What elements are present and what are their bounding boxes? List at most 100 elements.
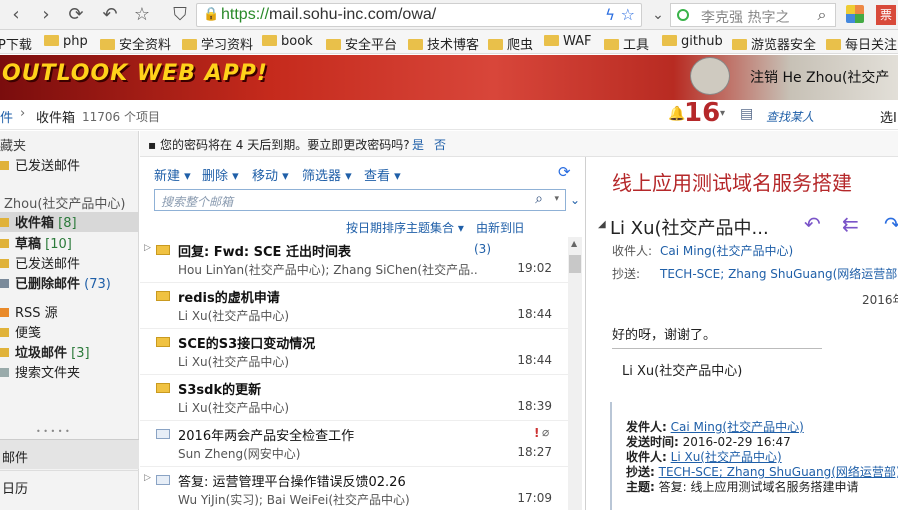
to-label: 收件人: (612, 244, 653, 258)
extension-icon[interactable]: 票 (876, 5, 896, 25)
favorites-header[interactable]: 藏夹 (0, 135, 26, 154)
options-menu[interactable]: 选I (880, 107, 897, 126)
shield-icon[interactable]: ⛉ (168, 3, 192, 27)
undo-icon[interactable]: ↶ (98, 3, 122, 27)
cc-recipients[interactable]: TECH-SCE; Zhang ShuGuang(网络运营部) (660, 265, 898, 282)
folder-sent[interactable]: 已发送邮件 (0, 253, 80, 272)
filter-button[interactable]: 筛选器 ▾ (302, 165, 352, 184)
bookmark[interactable]: P下载 (0, 34, 32, 53)
password-notice: ▪ 您的密码将在 4 天后到期。要立即更改密码吗? 是 否 (140, 131, 898, 157)
folder-favorites-sent[interactable]: 已发送邮件 (0, 155, 80, 174)
bookmark[interactable]: 游览器安全 (732, 34, 816, 53)
message-list-scrollbar[interactable]: ▲ (568, 237, 582, 510)
folder-search[interactable]: 搜索文件夹 (0, 362, 80, 381)
sender-name[interactable]: Li Xu(社交产品中... (610, 214, 769, 240)
apps-icon[interactable] (846, 5, 864, 23)
find-people-link[interactable]: 查找某人 (766, 108, 814, 125)
account-header[interactable]: Zhou(社交产品中心) (4, 193, 125, 212)
bookmark[interactable]: 安全平台 (326, 34, 397, 53)
refresh-icon[interactable]: ⟳ (558, 163, 571, 181)
bookmark[interactable]: 技术博客 (408, 34, 479, 53)
folder-inbox[interactable]: 收件箱 [8] (0, 212, 139, 232)
reply-all-icon[interactable]: ⇇ (842, 212, 859, 236)
folder-deleted[interactable]: 已删除邮件 (73) (0, 273, 111, 292)
pane-resize-handle[interactable]: • • • • • (36, 427, 70, 436)
bookmark[interactable]: 工具 (604, 34, 649, 53)
sort-order-button[interactable]: 由新到旧 (476, 219, 524, 236)
envelope-icon (156, 291, 170, 301)
message-row[interactable]: S3sdk的更新 Li Xu(社交产品中心) 18:39 (140, 375, 568, 421)
reply-icon[interactable]: ↶ (804, 212, 821, 236)
reminder-count[interactable]: 16 (684, 98, 720, 128)
address-book-icon[interactable]: ▤ (740, 106, 753, 122)
mailbox-search-input[interactable]: 搜索整个邮箱 ⌕ ▾ (154, 189, 566, 211)
notice-yes-link[interactable]: 是 (412, 136, 424, 153)
bookmark[interactable]: book (262, 34, 313, 49)
message-row[interactable]: SCE的S3接口变动情况 Li Xu(社交产品中心) 18:44 (140, 329, 568, 375)
quoted-cc[interactable]: TECH-SCE; Zhang ShuGuang(网络运营部) (659, 465, 898, 479)
nav-mail-label: 邮件 (2, 451, 29, 466)
message-subject: SCE的S3接口变动情况 (178, 337, 316, 352)
scroll-up-icon[interactable]: ▲ (571, 239, 577, 248)
bookmark[interactable]: 爬虫 (488, 34, 533, 53)
expand-icon[interactable]: ⌄ (570, 193, 580, 207)
quoted-to[interactable]: Li Xu(社交产品中心) (671, 450, 782, 464)
notice-no-link[interactable]: 否 (434, 136, 446, 153)
delete-button[interactable]: 删除 ▾ (202, 165, 239, 184)
message-sender: Sun Zheng(网安中心) (178, 447, 301, 461)
envelope-icon (156, 245, 170, 255)
folder-notes[interactable]: 便笺 (0, 322, 41, 341)
nav-calendar[interactable]: 日历 (0, 470, 139, 500)
reload-icon[interactable]: ⟳ (64, 3, 88, 27)
back-icon[interactable]: ‹ (4, 3, 28, 27)
expand-thread-icon[interactable]: ▷ (144, 243, 151, 253)
message-subject: S3sdk的更新 (178, 383, 262, 398)
message-row[interactable]: ▷ 回复: Fwd: SCE 迁出时间表 (3) Hou LinYan(社交产品… (140, 237, 568, 283)
bookmark[interactable]: WAF (544, 34, 592, 49)
new-button[interactable]: 新建 ▾ (154, 165, 191, 184)
lightning-icon[interactable]: ϟ (605, 6, 615, 24)
folder-pane: 藏夹 已发送邮件 Zhou(社交产品中心) 收件箱 [8] 草稿 [10] 已发… (0, 131, 139, 510)
bell-icon[interactable]: 🔔 (668, 106, 685, 122)
to-recipient[interactable]: Cai Ming(社交产品中心) (660, 242, 793, 259)
owa-banner: OUTLOOK WEB APP! 注销 He Zhou(社交产 (0, 55, 898, 100)
folder-junk[interactable]: 垃圾邮件 [3] (0, 342, 90, 361)
search-icon[interactable]: ⌕ (535, 191, 543, 207)
move-button[interactable]: 移动 ▾ (252, 165, 289, 184)
message-time: 18:39 (517, 399, 552, 413)
nav-mail[interactable]: 邮件 (0, 439, 139, 469)
search-icon[interactable]: ⌕ (810, 3, 834, 27)
arrange-by-button[interactable]: 按日期排序主题集合 ▾ (346, 219, 464, 236)
address-bar[interactable]: 🔒 https://mail.sohu-inc.com/owa/ ϟ ☆ (196, 3, 642, 27)
forward-icon[interactable]: ↷ (884, 212, 898, 236)
chevron-down-icon[interactable]: ▾ (554, 194, 559, 204)
message-row[interactable]: redis的虚机申请 Li Xu(社交产品中心) 18:44 (140, 283, 568, 329)
message-sender: Li Xu(社交产品中心) (178, 355, 290, 369)
folder-drafts[interactable]: 草稿 [10] (0, 233, 72, 252)
signature-divider (612, 348, 822, 349)
breadcrumb-prefix[interactable]: 件 (0, 107, 13, 126)
message-row[interactable]: 2016年两会产品安全检查工作 ! ⌀ Sun Zheng(网安中心) 18:2… (140, 421, 568, 467)
quoted-from[interactable]: Cai Ming(社交产品中心) (671, 420, 804, 434)
open-envelope-icon (156, 475, 170, 485)
forward-icon[interactable]: › (34, 3, 58, 27)
bookmark[interactable]: 学习资料 (182, 34, 253, 53)
view-button[interactable]: 查看 ▾ (364, 165, 401, 184)
expand-thread-icon[interactable]: ▷ (144, 473, 151, 483)
bookmark[interactable]: github (662, 34, 723, 49)
bookmark[interactable]: php (44, 34, 88, 49)
message-row[interactable]: ▷ 答复: 运营管理平台操作错误反馈02.26 Wu YiJin(实习); Ba… (140, 467, 568, 510)
bookmark-star-icon[interactable]: ☆ (621, 5, 635, 24)
message-subject: redis的虚机申请 (178, 291, 280, 306)
scrollbar-thumb[interactable] (569, 255, 581, 273)
attachment-icon: ⌀ (542, 425, 550, 439)
collapse-header-icon[interactable]: ◢ (598, 219, 606, 230)
chevron-down-icon[interactable]: ⌄ (646, 3, 670, 27)
folder-rss[interactable]: RSS 源 (0, 302, 58, 321)
chevron-down-icon[interactable]: ▾ (720, 108, 725, 119)
bookmark[interactable]: 安全资料 (100, 34, 171, 53)
quoted-time-label: 发送时间: (626, 435, 679, 449)
signout-user[interactable]: 注销 He Zhou(社交产 (750, 67, 889, 87)
star-outline-icon[interactable]: ☆ (130, 3, 154, 27)
bookmark[interactable]: 每日关注 (826, 34, 897, 53)
